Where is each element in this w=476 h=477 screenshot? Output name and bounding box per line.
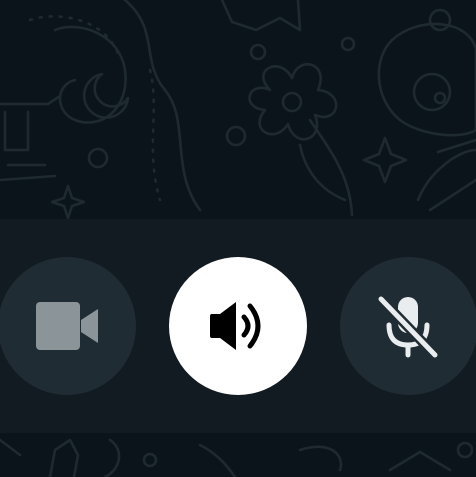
- call-screen: [0, 0, 476, 477]
- video-camera-icon: [36, 302, 98, 350]
- video-call-button[interactable]: [0, 257, 136, 395]
- speaker-icon: [210, 302, 261, 350]
- microphone-muted-icon: [377, 294, 440, 359]
- speaker-button[interactable]: [169, 257, 307, 395]
- mute-button[interactable]: [340, 257, 476, 395]
